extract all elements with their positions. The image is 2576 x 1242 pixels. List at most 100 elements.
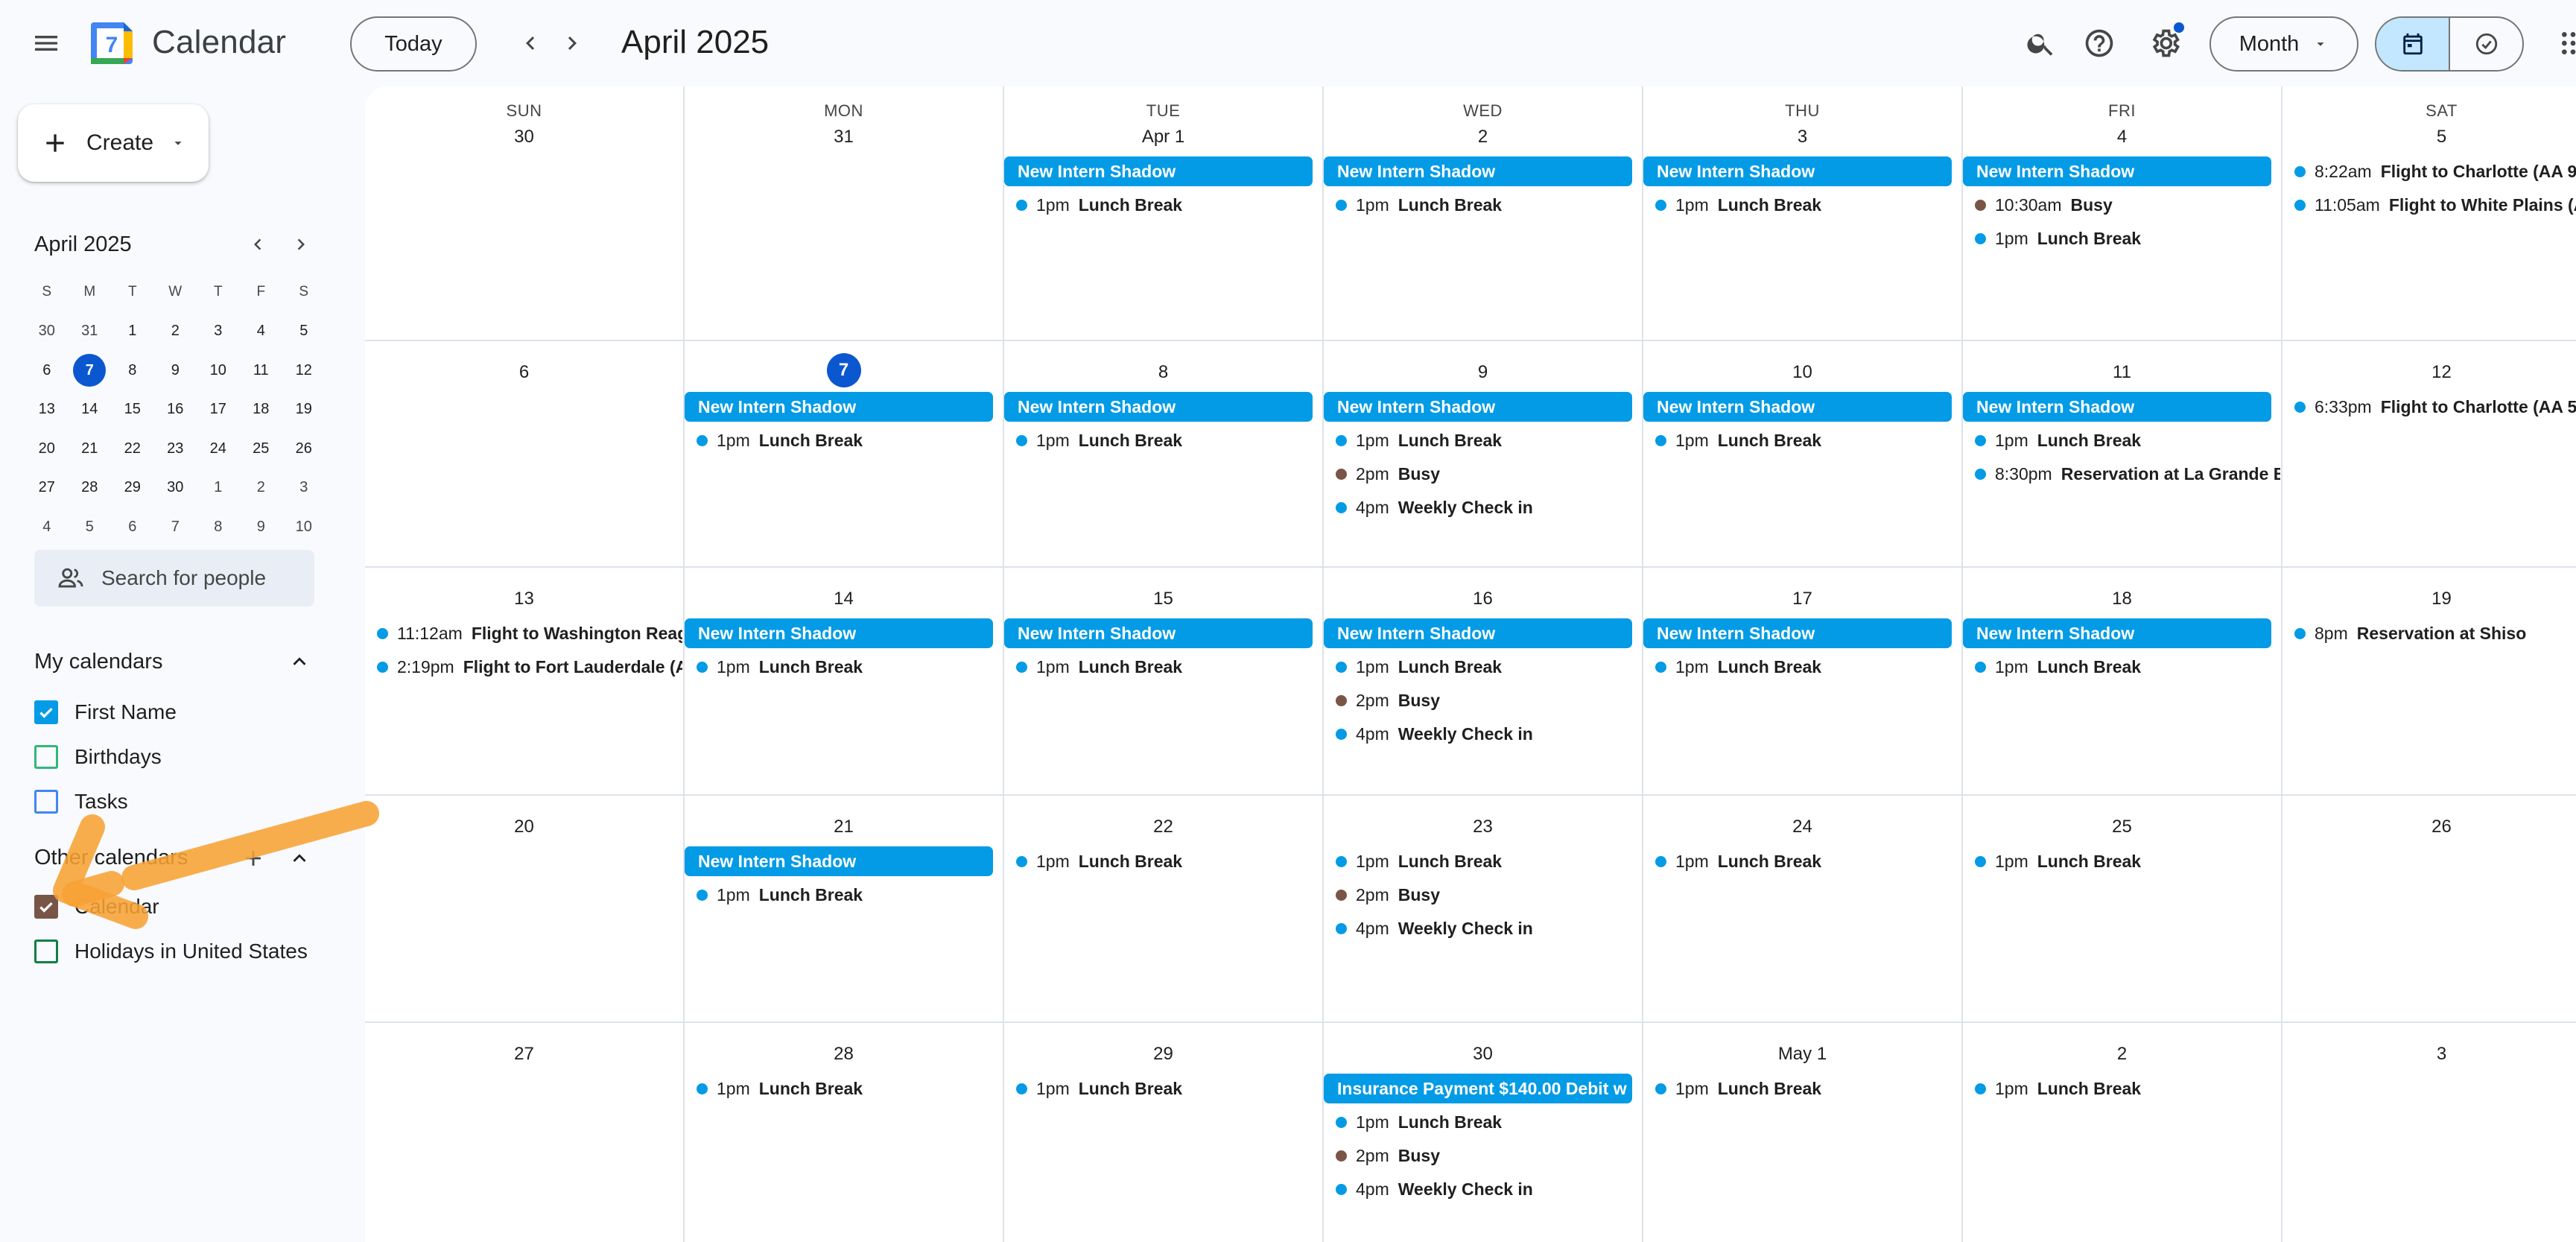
day-cell[interactable]: 30 Insurance Payment $140.00 Debit w 1pm Lu… (1324, 1023, 1643, 1242)
all-day-event[interactable]: New Intern Shadow (1963, 618, 2271, 648)
mini-day[interactable]: 3 (197, 312, 240, 352)
my-calendars-collapse-button[interactable] (277, 639, 322, 684)
timed-event[interactable]: 1pm Lunch Break (1975, 846, 2280, 876)
mini-day[interactable]: 11 (240, 351, 283, 390)
timed-event[interactable]: 1pm Lunch Break (697, 880, 1002, 910)
timed-event[interactable]: 2pm Busy (1336, 459, 1641, 489)
day-cell[interactable]: 21 New Intern Shadow 1pm Lunch Break (685, 796, 1004, 1021)
day-number[interactable]: 18 (1963, 589, 2281, 609)
mini-day[interactable]: 13 (25, 390, 69, 430)
day-cell[interactable]: May 1 1pm Lunch Break (1643, 1023, 1963, 1242)
mini-day[interactable]: 31 (69, 312, 112, 352)
day-cell[interactable]: 20 (365, 796, 685, 1021)
timed-event[interactable]: 1pm Lunch Break (1336, 190, 1641, 220)
today-button[interactable]: Today (350, 16, 477, 72)
mini-day[interactable]: 23 (154, 429, 197, 469)
google-apps-button[interactable] (2540, 10, 2576, 76)
mini-day[interactable]: 16 (154, 390, 197, 430)
all-day-event[interactable]: New Intern Shadow (1963, 156, 2271, 186)
day-cell[interactable]: FRI 4 New Intern Shadow 10:30am Busy 1pm Lunch… (1963, 86, 2282, 340)
day-cell[interactable]: 25 1pm Lunch Break (1963, 796, 2282, 1021)
mini-day[interactable]: 2 (240, 469, 283, 508)
timed-event[interactable]: 1pm Lunch Break (1975, 224, 2280, 253)
mini-day[interactable]: 5 (69, 507, 112, 547)
all-day-event[interactable]: New Intern Shadow (1963, 392, 2271, 422)
timed-event[interactable]: 1pm Lunch Break (1336, 1107, 1641, 1137)
timed-event[interactable]: 1pm Lunch Break (1655, 425, 1961, 455)
timed-event[interactable]: 4pm Weekly Check in (1336, 492, 1641, 522)
view-switcher-dropdown[interactable]: Month (2209, 16, 2358, 72)
day-number[interactable]: 14 (685, 589, 1003, 609)
day-number[interactable]: 22 (1004, 817, 1322, 837)
mini-day[interactable]: 1 (111, 312, 154, 352)
timed-event[interactable]: 11:12am Flight to Washington Reaga (377, 618, 682, 648)
day-cell[interactable]: 7 New Intern Shadow 1pm Lunch Break (685, 341, 1004, 566)
mini-day[interactable]: 9 (154, 351, 197, 390)
timed-event[interactable]: 4pm Weekly Check in (1336, 719, 1641, 749)
calendar-item-calendar[interactable]: Calendar (34, 895, 159, 919)
search-people-field[interactable]: Search for people (34, 550, 314, 606)
day-cell[interactable]: 8 New Intern Shadow 1pm Lunch Break (1004, 341, 1324, 566)
all-day-event[interactable]: New Intern Shadow (1004, 392, 1313, 422)
timed-event[interactable]: 2:19pm Flight to Fort Lauderdale (A (377, 652, 682, 682)
timed-event[interactable]: 1pm Lunch Break (1336, 652, 1641, 682)
other-calendars-collapse-button[interactable] (277, 836, 322, 881)
day-number[interactable]: 13 (365, 589, 683, 609)
mini-day[interactable]: 8 (111, 351, 154, 390)
timed-event[interactable]: 2pm Busy (1336, 685, 1641, 715)
mini-day[interactable]: 21 (69, 429, 112, 469)
day-number[interactable]: 28 (685, 1044, 1003, 1065)
help-button[interactable] (2066, 10, 2132, 76)
timed-event[interactable]: 1pm Lunch Break (1016, 1074, 1322, 1103)
timed-event[interactable]: 1pm Lunch Break (1336, 425, 1641, 455)
mini-day[interactable]: 19 (282, 390, 326, 430)
search-button[interactable] (2008, 10, 2074, 76)
day-number[interactable]: 24 (1643, 817, 1961, 837)
next-period-button[interactable] (539, 10, 605, 76)
mini-day[interactable]: 18 (240, 390, 283, 430)
calendar-item-first-name[interactable]: First Name (34, 700, 177, 724)
timed-event[interactable]: 1pm Lunch Break (1655, 1074, 1961, 1103)
timed-event[interactable]: 4pm Weekly Check in (1336, 1174, 1641, 1204)
timed-event[interactable]: 1pm Lunch Break (1975, 652, 2280, 682)
mini-day[interactable]: 20 (25, 429, 69, 469)
day-number[interactable]: 30 (365, 127, 683, 148)
day-cell[interactable]: 24 1pm Lunch Break (1643, 796, 1963, 1021)
timed-event[interactable]: 1pm Lunch Break (1336, 846, 1641, 876)
calendar-item-tasks[interactable]: Tasks (34, 790, 128, 814)
mini-calendar-prev-button[interactable] (240, 226, 276, 262)
day-cell[interactable]: 29 1pm Lunch Break (1004, 1023, 1324, 1242)
day-number[interactable]: 5 (2282, 127, 2576, 148)
timed-event[interactable]: 1pm Lunch Break (697, 425, 1002, 455)
mini-day[interactable]: 10 (197, 351, 240, 390)
day-cell[interactable]: WED 2 New Intern Shadow 1pm Lunch Break (1324, 86, 1643, 340)
mini-day[interactable]: 4 (25, 507, 69, 547)
day-number[interactable]: 12 (2282, 362, 2576, 383)
day-number[interactable]: 23 (1324, 817, 1642, 837)
mini-day[interactable]: 12 (282, 351, 326, 390)
all-day-event[interactable]: New Intern Shadow (685, 846, 993, 876)
mini-day[interactable]: 30 (154, 469, 197, 508)
day-number[interactable]: 11 (1963, 362, 2281, 383)
calendar-checkbox[interactable] (34, 700, 58, 724)
day-number[interactable]: 17 (1643, 589, 1961, 609)
day-cell[interactable]: 3 (2282, 1023, 2576, 1242)
day-cell[interactable]: 13 11:12am Flight to Washington Reaga 2:19p… (365, 568, 685, 794)
day-number[interactable]: 30 (1324, 1044, 1642, 1065)
timed-event[interactable]: 1pm Lunch Break (697, 1074, 1002, 1103)
day-number[interactable]: May 1 (1643, 1044, 1961, 1065)
calendar-item-birthdays[interactable]: Birthdays (34, 745, 162, 769)
mini-day[interactable]: 26 (282, 429, 326, 469)
day-cell[interactable]: 6 (365, 341, 685, 566)
timed-event[interactable]: 8:22am Flight to Charlotte (AA 969) (2294, 156, 2576, 186)
mini-day[interactable]: 3 (282, 469, 326, 508)
day-cell[interactable]: MON 31 (685, 86, 1004, 340)
calendar-checkbox[interactable] (34, 790, 58, 814)
calendar-checkbox[interactable] (34, 895, 58, 919)
calendar-view-toggle[interactable] (2376, 18, 2450, 70)
all-day-event[interactable]: Insurance Payment $140.00 Debit w (1324, 1074, 1632, 1103)
my-calendars-heading[interactable]: My calendars (34, 650, 162, 674)
timed-event[interactable]: 1pm Lunch Break (1975, 1074, 2280, 1103)
day-number[interactable]: 29 (1004, 1044, 1322, 1065)
timed-event[interactable]: 2pm Busy (1336, 880, 1641, 910)
